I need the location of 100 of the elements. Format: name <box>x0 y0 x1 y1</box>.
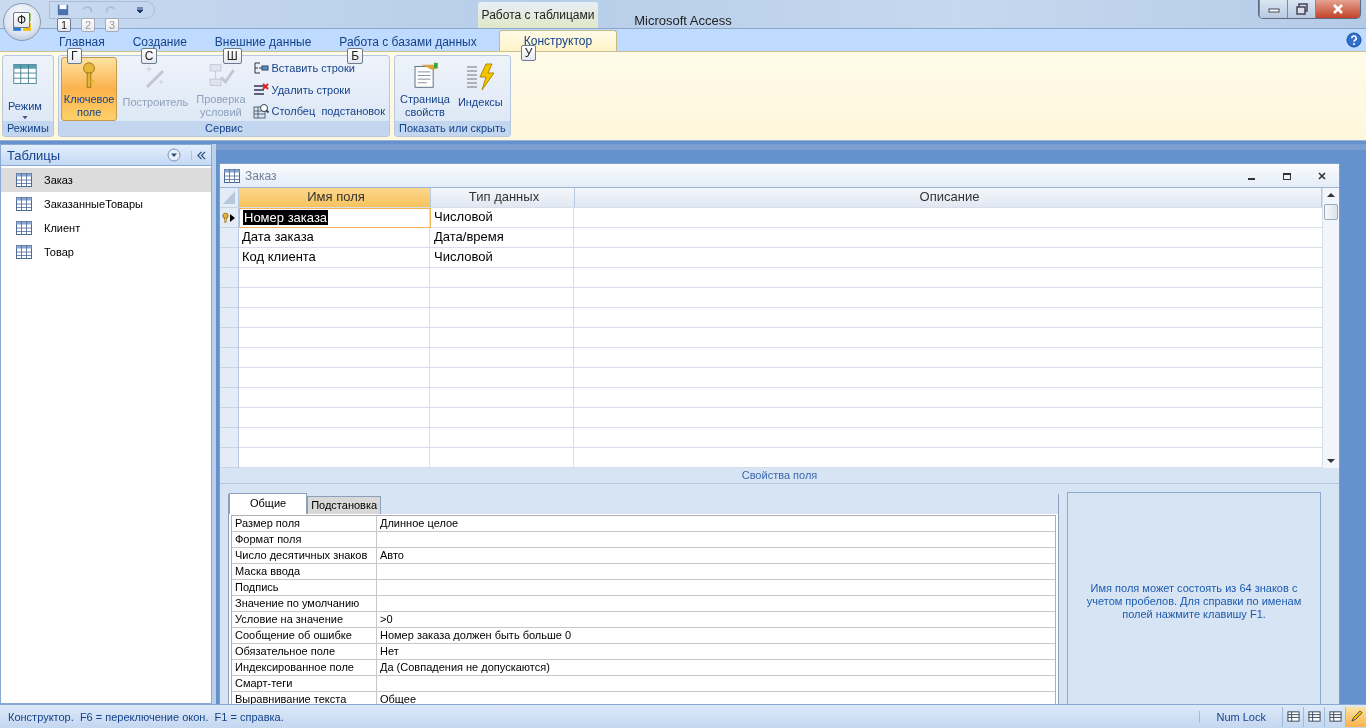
property-value[interactable]: Нет <box>377 644 1055 659</box>
scroll-down-icon[interactable] <box>1326 456 1336 466</box>
nav-item[interactable]: Клиент <box>1 216 211 240</box>
close-icon <box>1331 3 1345 15</box>
pencil-icon <box>1349 710 1363 723</box>
property-value[interactable]: Длинное целое <box>377 516 1055 531</box>
ribbon-button[interactable]: Режим <box>5 57 45 121</box>
view-button[interactable] <box>1282 706 1303 727</box>
collapse-icon[interactable] <box>191 150 207 160</box>
minimize-icon <box>1266 5 1281 13</box>
maximize-button[interactable] <box>1282 170 1292 181</box>
tab[interactable]: Общие <box>229 493 308 514</box>
property-name: Индексированное поле <box>232 660 377 675</box>
table-icon <box>16 173 32 187</box>
keytip: Ф <box>13 12 31 28</box>
status-text: Конструктор. F6 = переключение окон. F1 = справка. <box>8 710 284 723</box>
table-cell[interactable]: Код клиента <box>242 249 316 264</box>
grid-icon <box>1328 710 1342 723</box>
keytip: Б <box>347 48 364 64</box>
property-name: Сообщение об ошибке <box>232 628 377 643</box>
table-icon <box>16 197 32 211</box>
help-text: Имя поля может состоять из 64 знаков с учетом пробелов. Для справки по именам полей нажмите клавишу F1. <box>1085 581 1303 621</box>
keytip: 2 <box>81 18 96 32</box>
property-name: Подпись <box>232 580 377 595</box>
table-cell[interactable]: Дата/время <box>431 228 575 248</box>
toolbar-button[interactable] <box>56 3 70 17</box>
view-button[interactable] <box>1345 706 1366 727</box>
property-value[interactable]: Номер заказа должен быть больше 0 <box>377 628 1055 643</box>
ribbon-tab[interactable]: Внешние данные <box>200 33 326 51</box>
keytip: Г <box>67 48 82 64</box>
table-icon <box>224 168 240 183</box>
ribbon-tab[interactable]: Создание <box>118 33 201 51</box>
property-value[interactable]: >0 <box>377 612 1055 627</box>
dropdown-arrow-icon[interactable] <box>136 6 144 14</box>
undo-icon <box>81 4 93 16</box>
grid-icon <box>1286 710 1300 723</box>
section-title: Свойства поля <box>220 468 1339 484</box>
grid-icon <box>1307 710 1321 723</box>
ribbon-button[interactable]: Столбец подстановок <box>250 101 387 121</box>
group-label: Сервис <box>58 121 389 136</box>
ribbon-tab[interactable]: Работа с базами данных <box>325 33 491 51</box>
property-name: Условие на значение <box>232 612 377 627</box>
ribbon-button[interactable]: Ключевое поле <box>60 57 118 121</box>
redo-icon <box>105 4 117 16</box>
ribbon-button[interactable]: Страница свойств <box>397 57 453 121</box>
nav-item[interactable]: Товар <box>1 240 211 264</box>
key-icon <box>222 211 229 224</box>
property-name: Число десятичных знаков <box>232 548 377 563</box>
keytip: 1 <box>57 18 72 32</box>
help-icon[interactable] <box>1346 32 1362 48</box>
nav-item[interactable]: ЗаказанныеТовары <box>1 192 211 216</box>
table-icon <box>16 221 32 235</box>
column-header[interactable]: Описание <box>575 188 1322 207</box>
restore-button[interactable] <box>1287 0 1315 18</box>
contextual-tab-label: Работа с таблицами <box>478 2 598 28</box>
current-row-icon <box>230 213 235 222</box>
restore-icon <box>1294 3 1309 15</box>
table-cell[interactable]: Дата заказа <box>242 229 314 244</box>
save-icon <box>57 4 69 16</box>
property-name: Маска ввода <box>232 564 377 579</box>
ribbon-button[interactable]: Удалить строки <box>250 79 387 100</box>
delete-rows-icon <box>252 81 269 98</box>
window-title: Microsoft Access <box>633 13 733 28</box>
scroll-up-icon[interactable] <box>1326 190 1336 200</box>
row-selector[interactable] <box>220 208 239 228</box>
property-name: Значение по умолчанию <box>232 596 377 611</box>
property-name: Размер поля <box>232 516 377 531</box>
property-name: Обязательное поле <box>232 644 377 659</box>
table-icon <box>16 245 32 259</box>
table-cell[interactable]: Числовой <box>431 248 575 268</box>
table-cell[interactable]: Номер заказа <box>243 210 329 225</box>
column-header[interactable]: Имя поля <box>239 188 431 207</box>
scroll-thumb[interactable] <box>1324 204 1338 220</box>
view-button[interactable] <box>1303 706 1324 727</box>
ribbon-button[interactable]: Индексы <box>454 57 506 121</box>
insert-rows-icon <box>252 59 269 76</box>
lightning-icon <box>464 61 497 93</box>
scrollbar[interactable] <box>1322 188 1339 468</box>
keytip: Ш <box>222 48 242 64</box>
dropdown-arrow-icon <box>21 115 28 119</box>
nav-item[interactable]: Заказ <box>1 168 211 192</box>
document-title: Заказ <box>245 168 277 183</box>
property-name: Формат поля <box>232 532 377 547</box>
dropdown-icon[interactable] <box>167 148 181 162</box>
close-button[interactable] <box>1317 170 1327 181</box>
table-cell[interactable]: Числовой <box>431 208 575 228</box>
keytip: 3 <box>105 18 120 32</box>
property-value[interactable]: Общее <box>377 692 1055 707</box>
keytip: С <box>140 48 158 64</box>
column-header[interactable]: Тип данных <box>431 188 575 207</box>
status-indicator: Num Lock <box>1199 710 1282 723</box>
property-value[interactable]: Да (Совпадения не допускаются) <box>377 660 1055 675</box>
group-label: Показать или скрыть <box>395 121 510 136</box>
group-label: Режимы <box>3 121 53 136</box>
ribbon-tab[interactable]: Главная <box>45 33 119 51</box>
property-value[interactable]: Авто <box>377 548 1055 563</box>
pane-title: Таблицы <box>7 147 62 163</box>
property-name: Смарт-теги <box>232 676 377 691</box>
lookup-column-icon <box>252 103 269 120</box>
tab[interactable]: Подстановка <box>307 496 382 514</box>
